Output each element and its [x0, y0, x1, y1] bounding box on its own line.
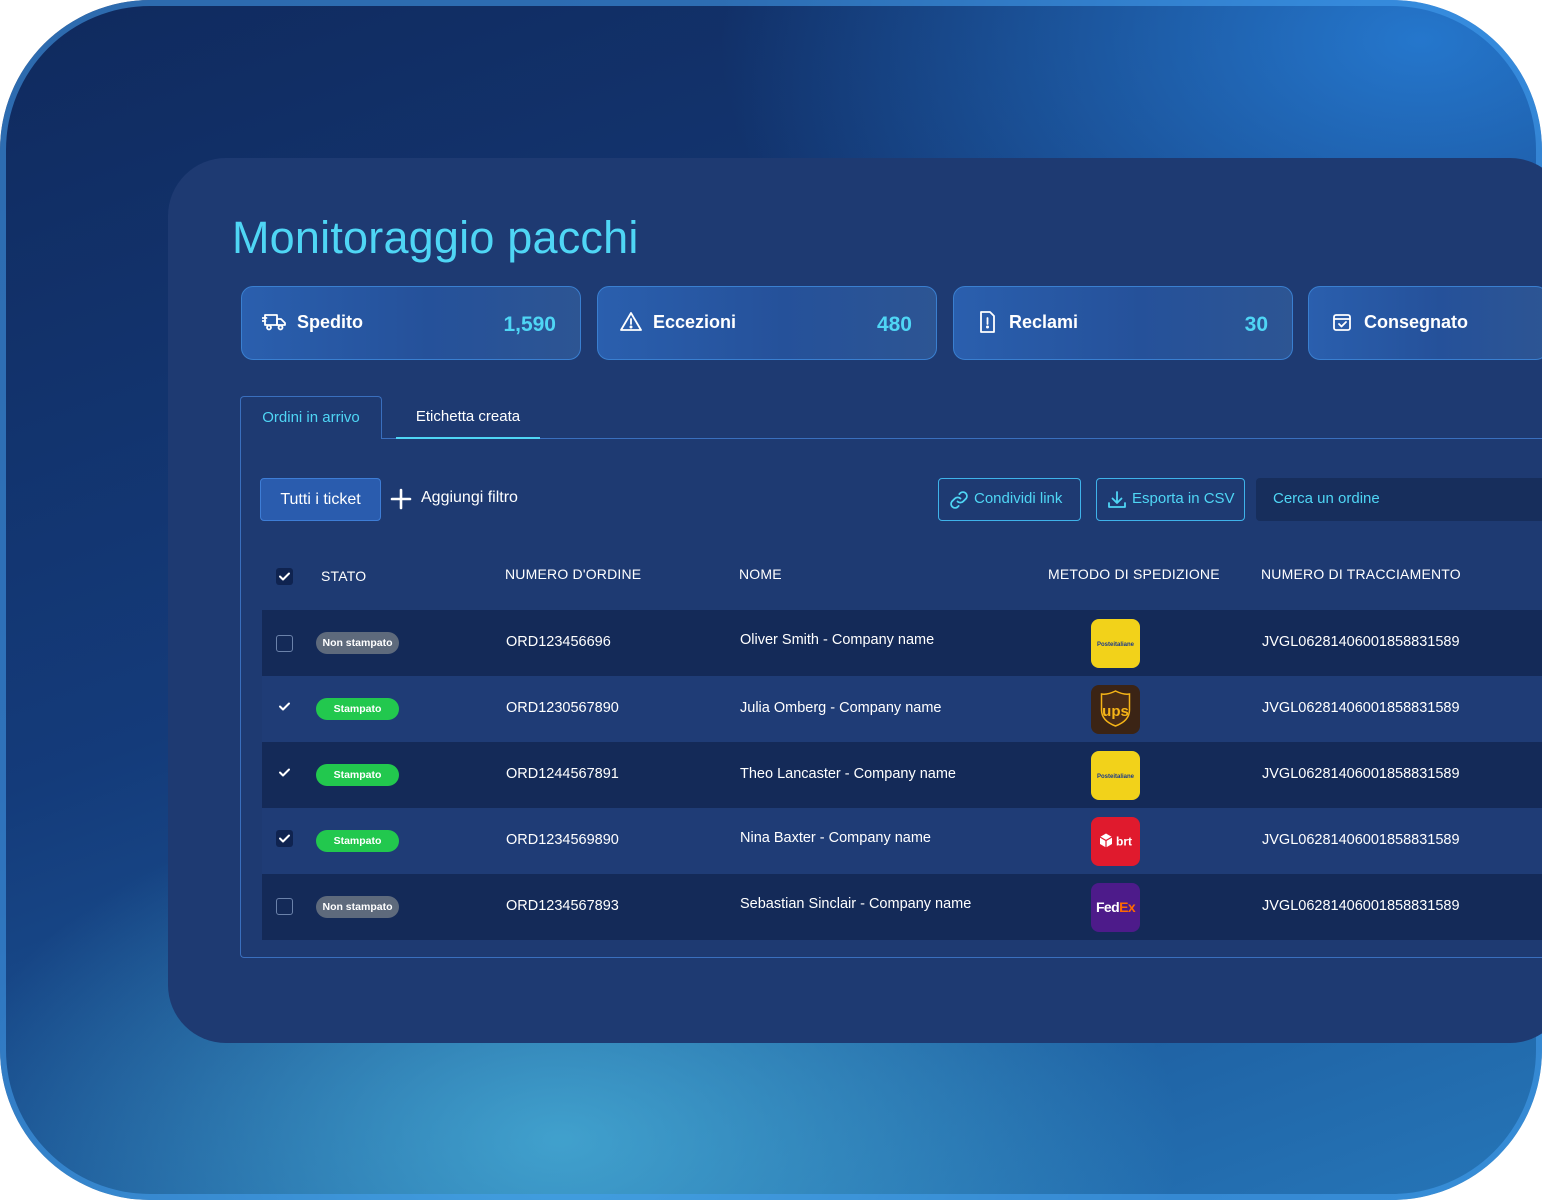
share-link-button[interactable]: Condividi link	[938, 478, 1081, 521]
order-number: ORD1244567891	[506, 766, 619, 782]
plus-icon	[390, 488, 412, 510]
warning-icon	[618, 309, 644, 335]
posteitaliane-logo: Posteitaliane	[1091, 619, 1140, 668]
share-link-label: Condividi link	[974, 490, 1063, 507]
status-badge: Stampato	[316, 698, 399, 720]
tracking-number: JVGL06281406001858831589	[1262, 766, 1460, 782]
table-row[interactable]: Non stampato ORD123456696 Oliver Smith -…	[262, 610, 1542, 676]
column-header-numero-tracciamento: NUMERO DI TRACCIAMENTO	[1261, 566, 1461, 582]
brt-logo: brt	[1091, 817, 1140, 866]
tracking-number: JVGL06281406001858831589	[1262, 898, 1460, 914]
row-checkbox[interactable]	[276, 830, 293, 847]
document-alert-icon	[974, 309, 1000, 335]
export-csv-label: Esporta in CSV	[1132, 490, 1235, 507]
customer-name: Oliver Smith - Company name	[740, 632, 935, 648]
download-icon	[1106, 489, 1128, 511]
truck-icon	[261, 309, 288, 335]
stat-card-eccezioni[interactable]: Eccezioni 480	[597, 286, 937, 360]
filter-all-tickets-button[interactable]: Tutti i ticket	[260, 478, 381, 521]
tracking-number: JVGL06281406001858831589	[1262, 634, 1460, 650]
customer-name: Julia Omberg - Company name	[740, 700, 942, 716]
stat-card-reclami[interactable]: Reclami 30	[953, 286, 1293, 360]
search-input[interactable]: Cerca un ordine	[1256, 478, 1542, 521]
tracking-number: JVGL06281406001858831589	[1262, 832, 1460, 848]
order-number: ORD1234567893	[506, 898, 619, 914]
row-checkbox[interactable]	[276, 635, 293, 652]
stat-label: Consegnato	[1364, 312, 1469, 332]
stat-label: Reclami	[1009, 312, 1079, 332]
ups-logo: ups	[1091, 685, 1140, 734]
status-badge: Non stampato	[316, 632, 399, 654]
posteitaliane-logo: Posteitaliane	[1091, 751, 1140, 800]
row-checkbox[interactable]	[276, 698, 293, 715]
column-header-nome: NOME	[739, 566, 782, 582]
tracking-number: JVGL06281406001858831589	[1262, 700, 1460, 716]
column-header-metodo-spedizione: METODO DI SPEDIZIONE	[1048, 566, 1220, 582]
fedex-logo: FedEx	[1091, 883, 1140, 932]
table-row[interactable]: Stampato ORD1234569890 Nina Baxter - Com…	[262, 808, 1542, 874]
box-check-icon	[1329, 309, 1355, 335]
status-badge: Stampato	[316, 764, 399, 786]
order-number: ORD1234569890	[506, 832, 619, 848]
tab-ordini-in-arrivo[interactable]: Ordini in arrivo	[240, 396, 382, 439]
row-checkbox[interactable]	[276, 764, 293, 781]
customer-name: Nina Baxter - Company name	[740, 830, 931, 846]
stat-label: Eccezioni	[653, 312, 737, 332]
table-row[interactable]: Stampato ORD1244567891 Theo Lancaster - …	[262, 742, 1542, 808]
svg-text:Posteitaliane: Posteitaliane	[1097, 642, 1135, 648]
table-row[interactable]: Non stampato ORD1234567893 Sebastian Sin…	[262, 874, 1542, 940]
add-filter-label: Aggiungi filtro	[421, 489, 518, 506]
export-csv-button[interactable]: Esporta in CSV	[1096, 478, 1245, 521]
tab-etichetta-creata[interactable]: Etichetta creata	[396, 396, 540, 439]
row-checkbox[interactable]	[276, 898, 293, 915]
svg-text:brt: brt	[1116, 835, 1132, 849]
stat-value: 30	[1244, 313, 1268, 336]
svg-text:ups: ups	[1102, 703, 1129, 720]
order-number: ORD1230567890	[506, 700, 619, 716]
link-icon	[948, 489, 970, 511]
stat-card-consegnato[interactable]: Consegnato	[1308, 286, 1542, 360]
stat-value: 1,590	[503, 313, 556, 336]
order-number: ORD123456696	[506, 634, 611, 650]
customer-name: Sebastian Sinclair - Company name	[740, 896, 972, 912]
stat-value: 480	[876, 313, 912, 336]
table-row[interactable]: Stampato ORD1230567890 Julia Omberg - Co…	[262, 676, 1542, 742]
svg-text:Posteitaliane: Posteitaliane	[1097, 774, 1135, 780]
status-badge: Non stampato	[316, 896, 399, 918]
stat-label: Spedito	[297, 312, 363, 332]
status-badge: Stampato	[316, 830, 399, 852]
customer-name: Theo Lancaster - Company name	[740, 766, 956, 782]
column-header-numero-ordine: NUMERO D'ORDINE	[505, 566, 642, 582]
svg-text:FedEx: FedEx	[1096, 899, 1136, 915]
page-title: Monitoraggio pacchi	[232, 212, 639, 263]
column-header-stato: STATO	[321, 568, 367, 584]
select-all-checkbox[interactable]	[276, 568, 293, 585]
stat-card-spedito[interactable]: Spedito 1,590	[241, 286, 581, 360]
